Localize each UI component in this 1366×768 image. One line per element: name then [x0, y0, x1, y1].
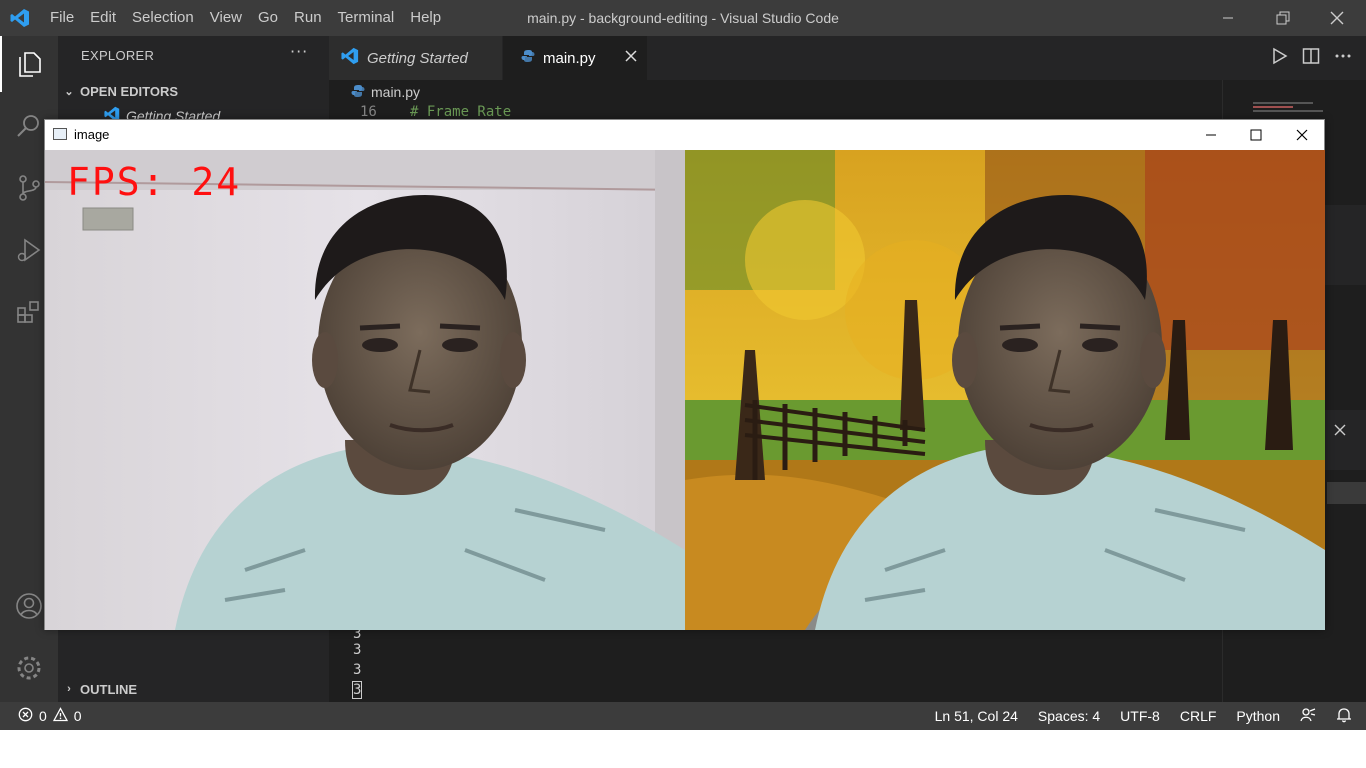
editor-actions [1270, 36, 1352, 80]
opencv-image-window[interactable]: image FPS: 24 [44, 119, 1325, 630]
tab-label: main.py [543, 49, 596, 67]
error-count: 0 [39, 708, 47, 724]
minimize-icon[interactable] [1205, 0, 1251, 36]
menu-edit[interactable]: Edit [82, 0, 124, 36]
open-editors-label: OPEN EDITORS [80, 83, 179, 99]
tab-close-icon[interactable] [625, 49, 637, 66]
tab-getting-started[interactable]: Getting Started [329, 36, 502, 80]
menu-view[interactable]: View [202, 0, 250, 36]
menu-go[interactable]: Go [250, 0, 286, 36]
feedback-icon[interactable] [1300, 707, 1316, 726]
run-file-icon[interactable] [1270, 47, 1288, 69]
fps-counter: FPS: 24 [67, 160, 242, 204]
outline-section[interactable]: › OUTLINE [58, 678, 329, 700]
image-window-titlebar[interactable]: image [45, 120, 1324, 150]
chevron-right-icon: › [67, 683, 71, 695]
line-number: 16 [360, 104, 377, 120]
restore-icon[interactable] [1260, 0, 1306, 36]
status-bar: 0 0 Ln 51, Col 24 Spaces: 4 UTF-8 CRLF P… [0, 702, 1366, 730]
more-actions-icon[interactable] [1334, 47, 1352, 69]
problems-indicator[interactable]: 0 0 [18, 702, 82, 730]
settings-gear-icon[interactable] [0, 640, 58, 696]
menu-file[interactable]: File [42, 0, 82, 36]
menu-run[interactable]: Run [286, 0, 330, 36]
code-comment: # Frame Rate [410, 104, 512, 120]
notifications-bell-icon[interactable] [1336, 707, 1352, 726]
open-editors-section[interactable]: ⌄ OPEN EDITORS [58, 80, 329, 102]
end-of-line[interactable]: CRLF [1180, 708, 1217, 724]
explorer-icon[interactable] [0, 36, 58, 92]
status-right: Ln 51, Col 24 Spaces: 4 UTF-8 CRLF Pytho… [935, 702, 1352, 730]
warning-icon [52, 707, 68, 725]
language-mode[interactable]: Python [1236, 708, 1280, 724]
maximize-icon[interactable] [1233, 120, 1279, 150]
webcam-frame: FPS: 24 [45, 150, 685, 630]
close-icon[interactable] [1279, 120, 1325, 150]
outline-label: OUTLINE [80, 681, 138, 697]
python-file-icon [521, 49, 535, 67]
breadcrumb[interactable]: main.py [329, 80, 1222, 104]
cursor-position[interactable]: Ln 51, Col 24 [935, 708, 1018, 724]
close-icon[interactable] [1314, 0, 1360, 36]
tab-label: Getting Started [367, 49, 468, 67]
vscode-tab-icon [341, 47, 359, 69]
error-icon [18, 707, 33, 725]
warning-count: 0 [73, 708, 82, 724]
encoding[interactable]: UTF-8 [1120, 708, 1160, 724]
terminal-output-line: 3 [353, 662, 362, 678]
vscode-logo-icon [10, 8, 30, 28]
tab-main-py[interactable]: main.py [503, 36, 647, 80]
python-file-icon [351, 84, 365, 101]
menu-help[interactable]: Help [402, 0, 449, 36]
terminal-cursor-line: 3 [351, 681, 363, 699]
minimize-icon[interactable] [1188, 120, 1234, 150]
breadcrumb-file[interactable]: main.py [371, 84, 420, 100]
more-actions-icon[interactable]: ··· [290, 42, 308, 61]
chevron-down-icon: ⌄ [64, 85, 74, 98]
title-bar: File Edit Selection View Go Run Terminal… [0, 0, 1366, 36]
indentation[interactable]: Spaces: 4 [1038, 708, 1100, 724]
menu-terminal[interactable]: Terminal [330, 0, 403, 36]
menu-bar: File Edit Selection View Go Run Terminal… [42, 0, 449, 36]
split-editor-icon[interactable] [1302, 47, 1320, 69]
background-replaced-frame [685, 150, 1325, 630]
terminal-output-line: 3 [353, 642, 362, 658]
editor-tabs: Getting Started main.py [329, 36, 1366, 80]
panel-close-icon[interactable] [1333, 422, 1347, 441]
menu-selection[interactable]: Selection [124, 0, 202, 36]
sidebar-title: EXPLORER [81, 48, 155, 63]
image-window-title: image [74, 127, 110, 142]
window-icon [53, 128, 67, 140]
